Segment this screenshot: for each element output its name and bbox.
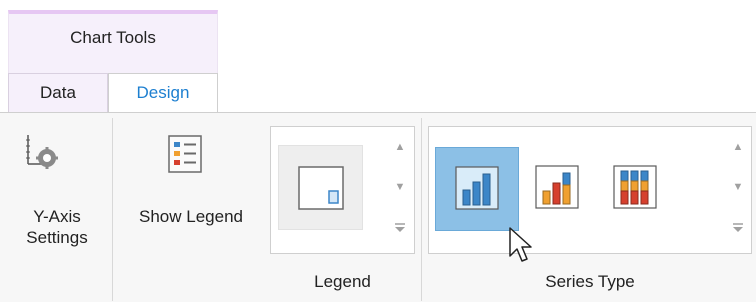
tab-data[interactable]: Data: [8, 73, 108, 113]
group-separator: [421, 118, 422, 301]
contextual-title: Chart Tools: [70, 28, 156, 47]
clustered-bar-icon: [455, 166, 499, 210]
y-axis-settings-icon: [22, 132, 62, 172]
y-axis-settings-label: Y-Axis Settings: [26, 207, 88, 247]
show-legend-icon: [165, 132, 205, 176]
gallery-scroll-up[interactable]: ▲: [391, 141, 409, 153]
show-legend-button[interactable]: Show Legend: [118, 122, 264, 262]
gallery-scroll-down[interactable]: ▼: [391, 181, 409, 193]
legend-gallery: ▲ ▼: [270, 126, 415, 254]
group-separator: [112, 118, 113, 301]
gallery-expand[interactable]: [729, 221, 747, 235]
show-legend-label: Show Legend: [139, 207, 243, 226]
mouse-cursor-icon: [508, 226, 534, 266]
gallery-expand[interactable]: [391, 221, 409, 235]
series-type-item[interactable]: [435, 147, 519, 231]
tab-design[interactable]: Design: [108, 73, 218, 113]
stacked-bar-icon: [535, 165, 579, 209]
gallery-scroll-up[interactable]: ▲: [729, 141, 747, 153]
legend-position-icon: [297, 165, 345, 211]
full-stacked-bar-icon: [613, 165, 657, 209]
series-type-item[interactable]: [605, 147, 665, 231]
legend-group-caption: Legend: [314, 272, 371, 291]
series-type-gallery: ▲ ▼: [428, 126, 752, 254]
gallery-scroll-down[interactable]: ▼: [729, 181, 747, 193]
series-type-item[interactable]: [527, 147, 587, 231]
legend-position-item[interactable]: [278, 145, 363, 230]
y-axis-settings-button[interactable]: Y-Axis Settings: [8, 122, 106, 262]
series-type-group-caption: Series Type: [545, 272, 635, 291]
